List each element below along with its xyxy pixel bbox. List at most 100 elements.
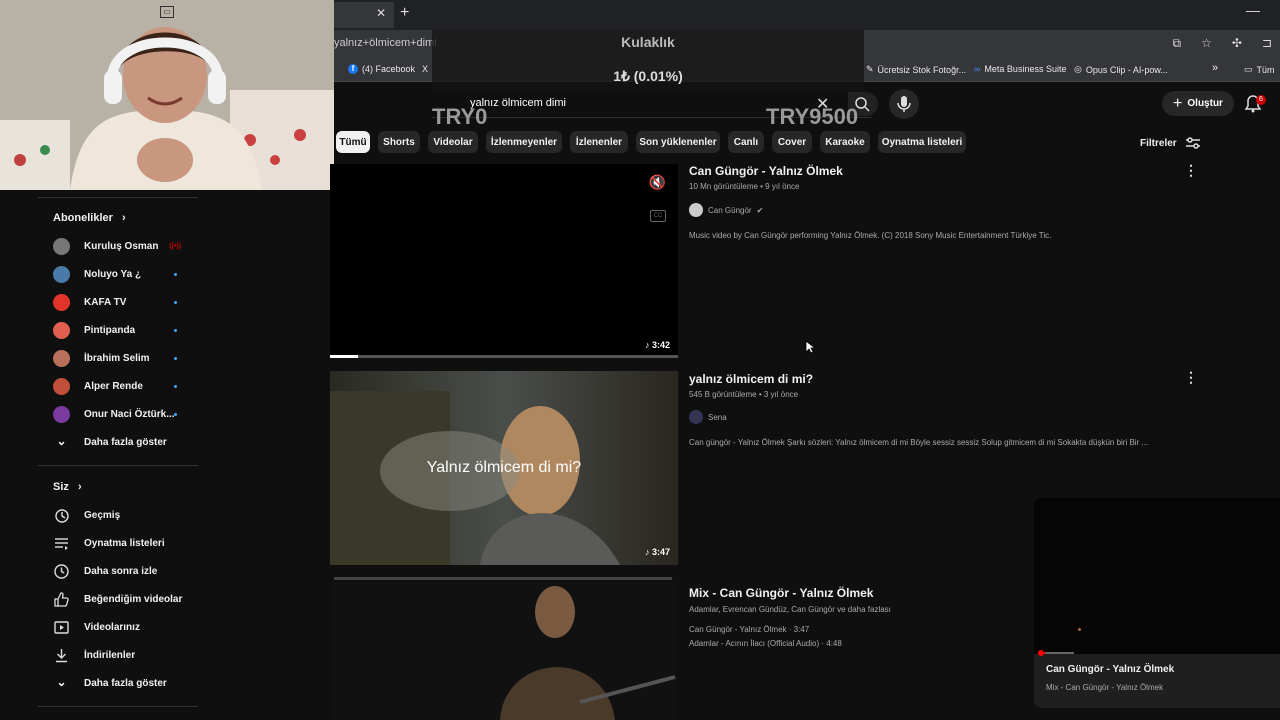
create-button[interactable]: + Oluştur (1162, 91, 1234, 116)
bookmark-meta[interactable]: ∞ Meta Business Suite (974, 64, 1066, 74)
video-thumbnail[interactable]: Yalnız ölmicem di mi? ♪ 3:47 (330, 371, 678, 565)
chip-playlists[interactable]: Oynatma listeleri (878, 131, 966, 153)
captions-icon[interactable]: CC (650, 210, 666, 222)
sidebar-channel-kurulus-osman[interactable]: Kuruluş Osman ((•)) (53, 236, 183, 256)
chevron-right-icon: › (121, 212, 126, 224)
sidebar-item-show-more[interactable]: ⌄ Daha fazla göster (53, 673, 183, 693)
sidebar-item-playlists[interactable]: Oynatma listeleri (53, 533, 183, 553)
sidebar-channel-pintipanda[interactable]: Pintipanda (53, 320, 183, 340)
meta-icon: ∞ (974, 64, 981, 74)
avatar (53, 405, 70, 423)
you-heading[interactable]: Siz › (53, 481, 82, 493)
video-thumbnail[interactable]: 🔇 CC ♪ 3:42 (330, 164, 678, 358)
sidebar-item-liked-videos[interactable]: Beğendiğim videolar (53, 589, 183, 609)
thumbnail-art (500, 586, 676, 720)
more-actions-icon[interactable]: ⋮ (1184, 162, 1198, 179)
sidebar-channel-kafa-tv[interactable]: KAFA TV (53, 292, 183, 312)
progress-fill (330, 355, 358, 358)
thumbs-up-icon (54, 591, 69, 607)
new-content-dot (174, 300, 177, 304)
mute-icon[interactable]: 🔇 (649, 174, 666, 191)
chevron-right-icon: › (77, 481, 82, 493)
bookmark-star-icon[interactable]: ☆ (1201, 36, 1212, 51)
minimize-icon[interactable]: — (1246, 2, 1260, 18)
chip-all[interactable]: Tümü (336, 131, 370, 153)
avatar (53, 293, 70, 311)
mix-thumbnail[interactable] (330, 582, 678, 720)
mini-player[interactable]: Can Güngör - Yalnız Ölmek Mix - Can Güng… (1034, 498, 1280, 708)
chip-live[interactable]: Canlı (728, 131, 764, 153)
video-meta: 10 Mn görüntüleme • 9 yıl önce (689, 182, 800, 191)
avatar (53, 349, 70, 367)
more-actions-icon[interactable]: ⋮ (1184, 369, 1198, 386)
mix-title[interactable]: Mix - Can Güngör - Yalnız Ölmek (689, 586, 873, 600)
new-content-dot (174, 412, 177, 416)
facebook-icon: f (348, 64, 358, 74)
sidebar-item-your-videos[interactable]: Videolarınız (53, 617, 183, 637)
bookmark-x[interactable]: X (422, 64, 428, 74)
donation-overlay: Kulaklık 1₺ (0.01%) (432, 30, 864, 92)
new-content-dot (174, 384, 177, 388)
install-icon[interactable]: ⧉ (1173, 36, 1182, 51)
mix-track[interactable]: Adamlar - Acının İlacı (Official Audio) … (689, 639, 842, 648)
chip-shorts[interactable]: Shorts (378, 131, 420, 153)
sidebar-channel-alper-rende[interactable]: Alper Rende (53, 376, 183, 396)
mix-track[interactable]: Can Güngör - Yalnız Ölmek · 3:47 (689, 625, 809, 634)
bookmark-stock-photo[interactable]: ✎ Ücretsiz Stok Fotoğr... (866, 64, 966, 75)
video-title[interactable]: yalnız ölmicem di mi? (689, 372, 813, 386)
sidebar-item-watch-later[interactable]: Daha sonra izle (53, 561, 183, 581)
filters-button[interactable]: Filtreler (1140, 136, 1201, 150)
video-icon (54, 620, 69, 634)
overlay-min-label: TRY0 (432, 104, 488, 129)
address-text[interactable]: yalnız+ölmicem+dimi (334, 37, 437, 49)
playlists-icon (55, 537, 68, 550)
close-tab-icon[interactable]: ✕ (376, 6, 386, 20)
bookmark-facebook[interactable]: f (4) Facebook (348, 64, 415, 74)
new-content-dot (174, 328, 177, 332)
opus-icon: ◎ (1074, 64, 1082, 74)
chip-watched[interactable]: İzlenenler (570, 131, 628, 153)
chip-unwatched[interactable]: İzlenmeyenler (486, 131, 562, 153)
avatar (53, 321, 70, 339)
chevron-down-icon: ⌄ (56, 433, 67, 448)
overlay-max-label: TRY9500 (766, 104, 859, 129)
microphone-icon (897, 96, 911, 112)
chip-karaoke[interactable]: Karaoke (820, 131, 870, 153)
avatar (53, 377, 70, 395)
new-tab-icon[interactable]: + (400, 4, 409, 22)
sidebar-item-downloads[interactable]: İndirilenler (53, 645, 183, 665)
mini-player-video[interactable] (1034, 498, 1280, 656)
streamer-figure (0, 0, 334, 190)
progress-bar[interactable] (330, 355, 678, 358)
chevron-down-icon: ⌄ (56, 674, 67, 689)
sidebar-divider (38, 197, 198, 198)
sidebar-channel-onur-naci[interactable]: Onur Naci Öztürk... (53, 404, 183, 424)
address-bar-icons: ⧉ ☆ ✣ ⊐ (1173, 36, 1272, 51)
video-meta: 545 B görüntüleme • 3 yıl önce (689, 390, 799, 399)
sidebar-show-more-subscriptions[interactable]: ⌄ Daha fazla göster (53, 432, 183, 452)
new-content-dot (174, 356, 177, 360)
chip-recent[interactable]: Son yüklenenler (636, 131, 720, 153)
mini-progress-handle[interactable] (1038, 650, 1044, 656)
video-title[interactable]: Can Güngör - Yalnız Ölmek (689, 164, 843, 178)
sidebar-channel-ibrahim-selim[interactable]: İbrahim Selim (53, 348, 183, 368)
channel-link[interactable]: Can Güngör ✔ (689, 203, 763, 217)
more-bookmarks[interactable]: » (1212, 62, 1218, 74)
chip-videos[interactable]: Videolar (428, 131, 478, 153)
sidepanel-icon[interactable]: ⊐ (1262, 36, 1272, 51)
video-description: Can güngör - Yalnız Ölmek Şarkı sözleri:… (689, 438, 1149, 447)
folder-icon: ▭ (1244, 64, 1253, 74)
chip-cover[interactable]: Cover (772, 131, 812, 153)
channel-link[interactable]: Sena (689, 410, 727, 424)
subscriptions-heading[interactable]: Abonelikler › (53, 212, 126, 224)
extensions-icon[interactable]: ✣ (1232, 36, 1242, 51)
mini-player-title[interactable]: Can Güngör - Yalnız Ölmek (1046, 664, 1174, 675)
voice-search-button[interactable] (889, 89, 919, 119)
all-bookmarks[interactable]: ▭ Tüm (1244, 64, 1275, 75)
sidebar-channel-noluyo-ya[interactable]: Noluyo Ya ¿ (53, 264, 183, 284)
sidebar-item-history[interactable]: Geçmiş (53, 505, 183, 525)
clock-icon (54, 563, 69, 579)
bookmark-opus[interactable]: ◎ Opus Clip - AI-pow... (1074, 64, 1168, 75)
avatar (53, 237, 70, 255)
sidebar-divider (38, 465, 198, 466)
